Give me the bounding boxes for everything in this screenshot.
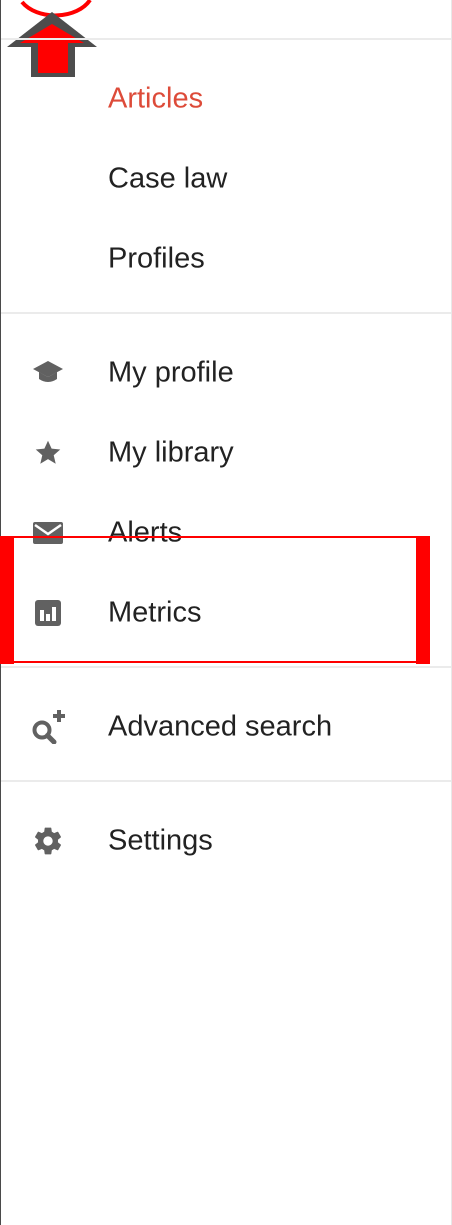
bar-chart-icon (28, 593, 68, 633)
menu-item-label: My profile (108, 356, 234, 389)
envelope-icon (28, 513, 68, 553)
menu-item-label: Case law (108, 162, 228, 195)
menu-item-alerts[interactable]: Alerts (1, 503, 451, 563)
star-icon (28, 433, 68, 473)
menu-item-profiles[interactable]: Profiles (1, 229, 451, 289)
menu-item-case-law[interactable]: Case law (1, 149, 451, 209)
menu-item-advanced-search[interactable]: Advanced search (1, 697, 451, 757)
gear-icon (28, 821, 68, 861)
menu-item-settings[interactable]: Settings (1, 811, 451, 871)
menu-item-label: Advanced search (108, 710, 333, 743)
menu-item-label: Settings (108, 824, 213, 857)
search-plus-icon (28, 707, 68, 747)
menu-item-label: Alerts (108, 516, 183, 549)
menu-item-my-profile[interactable]: My profile (1, 343, 451, 403)
menu-item-metrics[interactable]: Metrics (1, 583, 451, 643)
menu-item-articles[interactable]: Articles (1, 69, 451, 129)
menu-item-my-library[interactable]: My library (1, 423, 451, 483)
menu-item-label: My library (108, 436, 234, 469)
menu-item-label: Articles (108, 82, 204, 115)
annotation-circle (20, 0, 92, 18)
divider-2 (1, 666, 451, 668)
divider-top (1, 38, 451, 40)
menu-item-label: Metrics (108, 596, 202, 629)
graduation-cap-icon (28, 353, 68, 393)
divider-3 (1, 780, 451, 782)
divider-1 (1, 312, 451, 314)
annotation-up-arrow (7, 0, 97, 77)
menu-item-label: Profiles (108, 242, 205, 275)
